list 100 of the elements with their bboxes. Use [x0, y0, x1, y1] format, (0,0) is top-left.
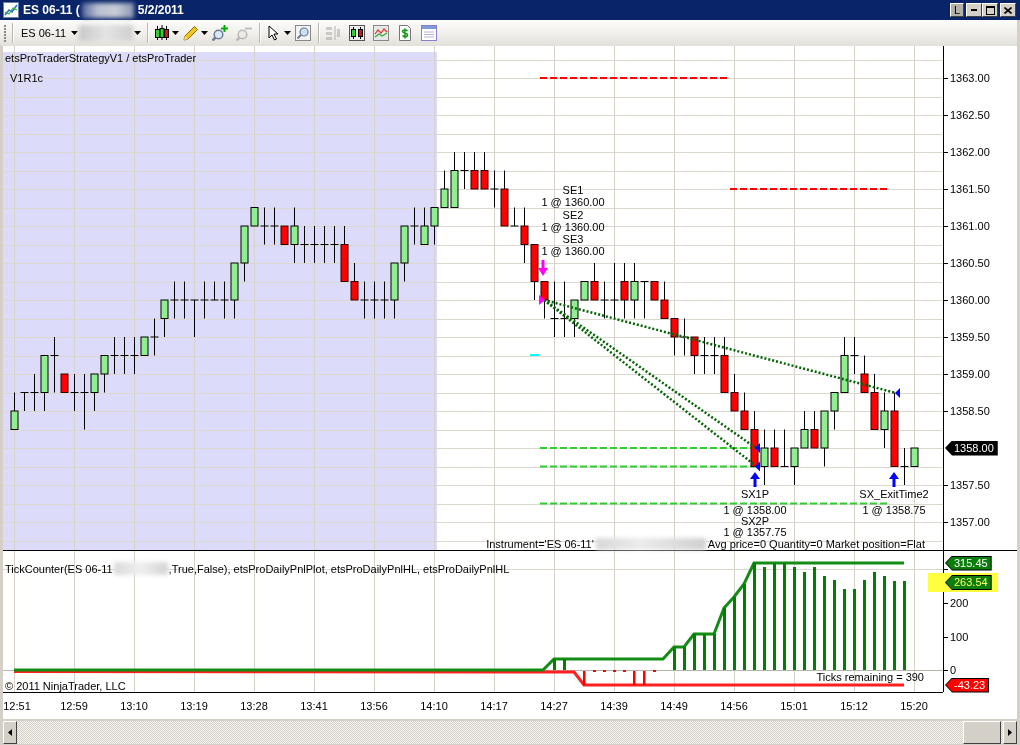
time-axis-label: 14:39	[600, 700, 628, 712]
doji-candle	[460, 151, 469, 190]
pnl-bar	[673, 647, 676, 670]
pnl-bar	[713, 634, 716, 670]
redaction-blur	[79, 25, 134, 41]
price-axis-label: 1357.50	[950, 479, 990, 491]
version-label: V1R1c	[10, 72, 44, 84]
falling-candle	[500, 170, 509, 227]
doji-candle	[360, 281, 369, 319]
doji-candle	[190, 299, 199, 338]
rising-candle	[630, 262, 639, 319]
dollar-icon	[397, 25, 414, 41]
candlestick-chart-icon	[349, 25, 366, 41]
zoom-in-icon	[212, 25, 229, 41]
rising-candle	[910, 447, 919, 467]
rising-candle	[290, 207, 299, 264]
up-arrow-icon	[889, 472, 899, 487]
triangle-icon	[755, 461, 760, 472]
close-button[interactable]	[1000, 3, 1016, 17]
doji-candle	[380, 281, 389, 319]
value-axis-label: 0	[950, 664, 957, 676]
doji-candle	[320, 225, 329, 264]
zoom-out-icon	[236, 25, 253, 41]
caret-icon	[71, 31, 79, 35]
loss-bar	[643, 671, 646, 685]
time-axis-label: 14:17	[480, 700, 508, 712]
maximize-button[interactable]	[982, 3, 998, 17]
scroll-right-button[interactable]	[1003, 721, 1017, 744]
time-axis-label: 13:19	[180, 700, 208, 712]
chart-bars-button[interactable]	[347, 22, 368, 44]
rising-candle	[420, 207, 429, 245]
time-axis-label: 13:56	[360, 700, 388, 712]
falling-candle	[470, 151, 479, 190]
doji-candle	[300, 225, 309, 264]
order-fill: 1 @ 1358.75	[862, 505, 926, 516]
pnl-bar	[683, 647, 686, 670]
doji-candle	[170, 281, 179, 319]
price-axis-label: 1361.50	[950, 183, 990, 195]
price-axis-label: 1360.00	[950, 294, 990, 306]
doji-candle	[680, 318, 689, 356]
high-value-tag: 315.45	[945, 555, 992, 571]
falling-candle	[520, 207, 529, 264]
order-name: SX2P	[740, 516, 770, 527]
minimize-button[interactable]	[966, 3, 982, 17]
strategy-label: etsProTraderStrategyV1 / etsProTrader	[5, 52, 197, 64]
rising-candle	[100, 355, 109, 393]
scroll-left-button[interactable]	[3, 721, 17, 744]
doji-candle	[50, 336, 59, 393]
order-name: SX_ExitTime2	[859, 489, 929, 500]
indicator-label: ,True,False), etsProDailyPnlPlot, etsProDailyPnlHL, etsProDailyPnlHL	[168, 562, 510, 575]
doji-candle	[560, 281, 569, 338]
time-axis-label: 15:12	[840, 700, 868, 712]
order-fill: 1 @ 1360.00	[541, 196, 605, 208]
falling-candle	[770, 429, 779, 467]
triangle-icon	[755, 443, 760, 453]
doji-candle	[410, 207, 419, 245]
pnl-bar	[553, 659, 556, 670]
doji-candle	[900, 447, 909, 486]
time-axis-label: 14:27	[540, 700, 568, 712]
copyright-label: © 2011 NinjaTrader, LLC	[5, 680, 126, 692]
line-chart-button[interactable]	[371, 22, 392, 44]
instrument-dropdown[interactable]: ES 06-11	[17, 27, 79, 39]
loss-dash-icon	[603, 670, 606, 672]
order-fill: 1 @ 1358.00	[723, 505, 787, 516]
falling-candle	[590, 262, 599, 301]
rising-candle	[430, 207, 439, 245]
falling-candle	[810, 410, 819, 449]
doji-candle	[510, 207, 519, 227]
doji-candle	[120, 336, 129, 375]
price-axis-label: 1363.00	[950, 72, 990, 84]
caret-icon[interactable]	[134, 31, 142, 35]
layout-button[interactable]: L	[950, 3, 964, 17]
panels-icon	[325, 25, 342, 41]
value-axis-label: 100	[950, 631, 969, 643]
dash-icon	[530, 354, 539, 356]
rising-candle	[390, 262, 399, 319]
magnifier-button[interactable]	[293, 22, 314, 44]
doji-candle	[850, 336, 859, 375]
pnl-bar	[693, 634, 696, 670]
redaction-blur	[113, 562, 168, 575]
down-arrow-icon	[538, 260, 548, 276]
falling-candle	[280, 225, 289, 245]
order-name: SE2	[562, 208, 584, 221]
triangle-icon	[895, 388, 900, 398]
price-axis-label: 1362.00	[950, 146, 990, 158]
window-title-date: 5/2/2011	[137, 3, 184, 17]
time-axis-label: 13:41	[300, 700, 328, 712]
doji-candle	[260, 207, 269, 245]
scrollbar-thumb[interactable]	[963, 721, 1001, 744]
close-icon	[1004, 6, 1012, 14]
falling-candle	[670, 318, 679, 356]
zoom-in-button[interactable]	[210, 22, 231, 44]
doji-candle	[270, 207, 279, 245]
table-button[interactable]	[419, 22, 440, 44]
doji-candle	[490, 170, 499, 208]
time-axis-label: 15:01	[780, 700, 808, 712]
falling-candle	[60, 373, 69, 393]
loss-dash-icon	[613, 670, 616, 672]
doji-candle	[310, 225, 319, 264]
triangle-icon	[539, 295, 545, 305]
